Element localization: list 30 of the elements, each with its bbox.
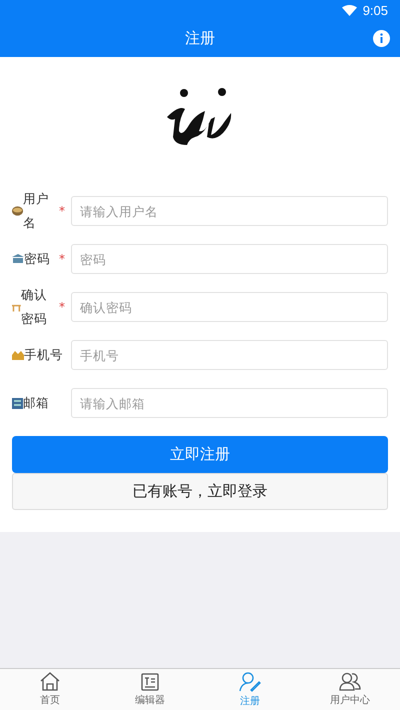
clock-time: 9:05	[362, 2, 388, 18]
required-mark: *	[59, 204, 66, 218]
bowl-icon	[12, 206, 24, 216]
login-button[interactable]: 已有账号，立即登录	[12, 473, 388, 510]
tab-item[interactable]: 首页	[0, 669, 100, 710]
document-icon	[141, 672, 159, 690]
field-label: 用户名	[23, 190, 50, 232]
tab-item[interactable]: 注册	[200, 669, 300, 710]
home-icon	[40, 672, 60, 691]
input-field[interactable]: 手机号	[71, 340, 388, 370]
field-label: 密码	[24, 250, 50, 268]
field-label: 邮箱	[23, 394, 49, 412]
field-label: 手机号	[24, 346, 63, 364]
info-icon[interactable]	[373, 30, 390, 47]
wifi-icon	[342, 4, 357, 16]
register-button[interactable]: 立即注册	[12, 436, 388, 473]
required-mark: *	[59, 252, 66, 266]
page-title: 注册	[185, 29, 215, 48]
input-field[interactable]: 密码	[71, 244, 388, 274]
required-mark: *	[59, 300, 66, 314]
input-field[interactable]: 请输入邮箱	[71, 388, 388, 418]
bank-icon	[12, 254, 24, 264]
building-icon	[12, 398, 23, 408]
input-field[interactable]: 确认密码	[71, 292, 388, 322]
tab-item[interactable]: 用户中心	[300, 669, 400, 710]
user-edit-icon	[239, 672, 261, 692]
input-field[interactable]: 请输入用户名	[71, 196, 388, 226]
users-icon	[339, 672, 361, 691]
field-label: 确认密码	[20, 286, 48, 328]
tab-item[interactable]: 编辑器	[100, 669, 200, 710]
